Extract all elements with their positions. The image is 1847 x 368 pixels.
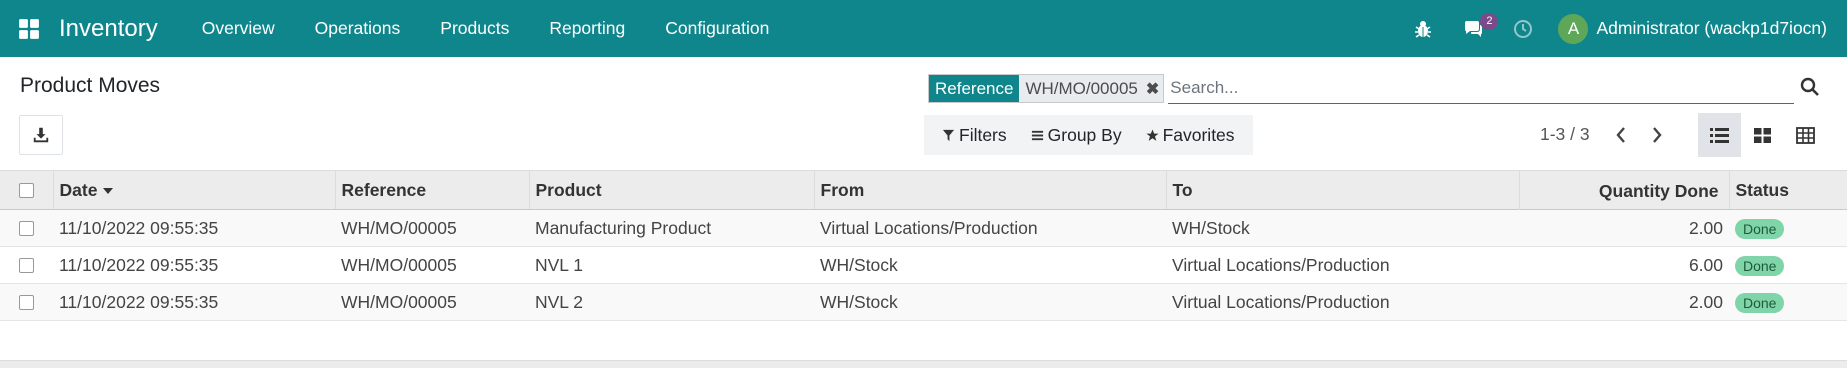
filters-label: Filters <box>959 124 1007 145</box>
select-all-checkbox[interactable] <box>0 170 54 210</box>
menu-reporting[interactable]: Reporting <box>529 0 645 57</box>
groupby-label: Group By <box>1047 124 1122 145</box>
bug-icon <box>1415 20 1432 38</box>
table-row[interactable]: 11/10/2022 09:55:35 WH/MO/00005 NVL 1 WH… <box>0 246 1847 284</box>
cell-status: Done <box>1729 283 1847 321</box>
activities-button[interactable] <box>1498 0 1548 57</box>
column-header-status[interactable]: Status <box>1729 170 1847 210</box>
view-switcher <box>1698 113 1827 157</box>
filters-button[interactable]: Filters <box>930 125 1019 146</box>
facet-value: WH/MO/00005 <box>1025 78 1138 98</box>
search-icon <box>1800 77 1819 96</box>
pivot-view-button[interactable] <box>1784 113 1827 157</box>
table-row[interactable]: 11/10/2022 09:55:35 WH/MO/00005 NVL 2 WH… <box>0 283 1847 321</box>
cell-reference: WH/MO/00005 <box>335 246 529 284</box>
cell-to: Virtual Locations/Production <box>1166 246 1519 284</box>
favorites-button[interactable]: Favorites <box>1134 125 1247 146</box>
cell-reference: WH/MO/00005 <box>335 283 529 321</box>
moves-table: Date Reference Product From To Quantity … <box>0 170 1847 321</box>
facet-category: Reference <box>929 75 1020 102</box>
chevron-right-icon <box>1653 127 1662 143</box>
avatar: A <box>1558 13 1589 44</box>
list-view-icon <box>1710 127 1729 143</box>
pager-next-button[interactable] <box>1644 122 1670 148</box>
cell-date: 11/10/2022 09:55:35 <box>53 283 335 321</box>
grid-icon <box>18 18 39 39</box>
column-header-to-qty: To Quantity Done <box>1166 170 1730 210</box>
app-brand[interactable]: Inventory <box>57 15 158 43</box>
cell-to: Virtual Locations/Production <box>1166 283 1519 321</box>
cell-status: Done <box>1729 209 1847 247</box>
pager-value[interactable]: 1-3 / 3 <box>1540 124 1590 145</box>
menu-products[interactable]: Products <box>420 0 529 57</box>
list-view-button[interactable] <box>1698 113 1741 157</box>
table-row[interactable]: 11/10/2022 09:55:35 WH/MO/00005 Manufact… <box>0 209 1847 247</box>
status-badge: Done <box>1735 292 1785 313</box>
star-icon <box>1146 128 1159 141</box>
filter-toolbar: Filters Group By Favorites <box>924 115 1253 155</box>
cell-product: NVL 2 <box>529 283 814 321</box>
user-menu[interactable]: A Administrator (wackp1d7iocn) <box>1558 13 1847 44</box>
pager-previous-button[interactable] <box>1608 122 1634 148</box>
cell-from: Virtual Locations/Production <box>814 209 1166 247</box>
row-checkbox[interactable] <box>0 209 53 247</box>
cell-quantity: 2.00 <box>1519 283 1729 321</box>
cell-quantity: 6.00 <box>1519 246 1729 284</box>
cell-from: WH/Stock <box>814 246 1166 284</box>
column-header-to[interactable]: To <box>1173 180 1193 200</box>
list-bars-icon <box>1031 130 1043 140</box>
status-badge: Done <box>1735 255 1785 276</box>
chevron-left-icon <box>1616 127 1625 143</box>
messages-button[interactable]: 2 <box>1448 0 1499 57</box>
cell-quantity: 2.00 <box>1519 209 1729 247</box>
row-checkbox[interactable] <box>0 283 53 321</box>
search-facet: Reference WH/MO/00005 ✖ <box>928 74 1165 103</box>
table-header-row: Date Reference Product From To Quantity … <box>0 170 1847 210</box>
menu-operations[interactable]: Operations <box>295 0 421 57</box>
cell-date: 11/10/2022 09:55:35 <box>53 246 335 284</box>
search-input[interactable] <box>1168 73 1794 104</box>
column-header-product[interactable]: Product <box>529 170 815 210</box>
user-name: Administrator (wackp1d7iocn) <box>1596 18 1827 38</box>
table-footer <box>0 360 1847 368</box>
cell-product: Manufacturing Product <box>529 209 814 247</box>
column-header-reference[interactable]: Reference <box>335 170 530 210</box>
messages-badge: 2 <box>1480 13 1499 30</box>
menu-configuration[interactable]: Configuration <box>645 0 789 57</box>
clock-icon <box>1514 19 1533 38</box>
sort-desc-icon <box>103 187 114 194</box>
cell-status: Done <box>1729 246 1847 284</box>
cell-reference: WH/MO/00005 <box>335 209 529 247</box>
cell-from: WH/Stock <box>814 283 1166 321</box>
table-view-icon <box>1796 126 1815 144</box>
page-title[interactable]: Product Moves <box>20 74 160 98</box>
column-header-date[interactable]: Date <box>53 170 336 210</box>
column-header-from[interactable]: From <box>814 170 1167 210</box>
facet-remove-icon[interactable]: ✖ <box>1142 75 1163 102</box>
column-header-quantity-done[interactable]: Quantity Done <box>1599 181 1719 202</box>
cell-product: NVL 1 <box>529 246 814 284</box>
search-bar: Reference WH/MO/00005 ✖ <box>928 73 1819 104</box>
download-icon <box>33 127 49 143</box>
kanban-view-icon <box>1754 127 1771 143</box>
kanban-view-button[interactable] <box>1741 113 1784 157</box>
row-checkbox[interactable] <box>0 246 53 284</box>
cell-to: WH/Stock <box>1166 209 1519 247</box>
apps-menu-button[interactable] <box>0 0 57 57</box>
cell-date: 11/10/2022 09:55:35 <box>53 209 335 247</box>
favorites-label: Favorites <box>1162 124 1235 145</box>
filter-icon <box>942 129 955 141</box>
search-button[interactable] <box>1800 77 1822 99</box>
status-badge: Done <box>1735 218 1785 239</box>
menu-overview[interactable]: Overview <box>182 0 295 57</box>
top-navbar: Inventory Overview Operations Products R… <box>0 0 1847 57</box>
export-button[interactable] <box>19 115 63 155</box>
debug-button[interactable] <box>1398 0 1448 57</box>
groupby-button[interactable]: Group By <box>1019 125 1134 146</box>
